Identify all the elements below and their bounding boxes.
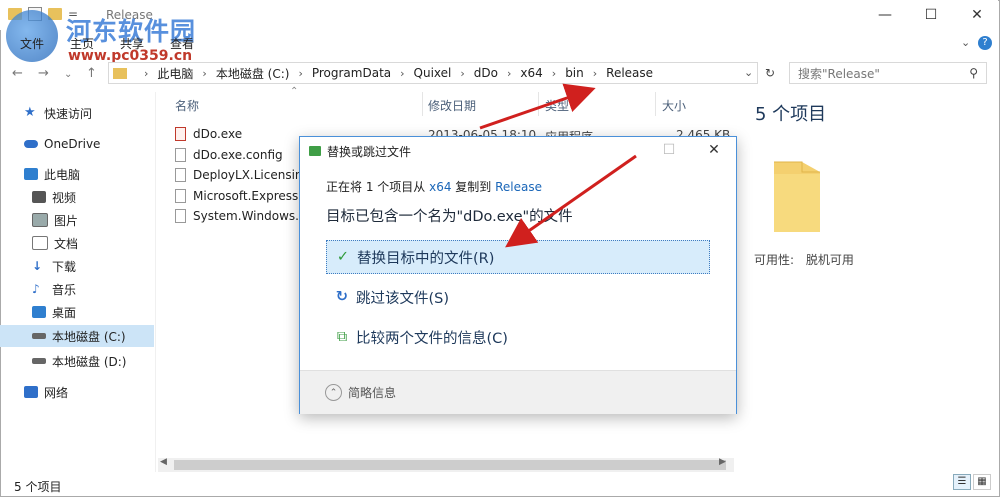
annotation-arrows	[479, 83, 637, 248]
arrow-to-release-icon	[479, 83, 596, 130]
arrow-to-replace-icon	[505, 154, 637, 248]
